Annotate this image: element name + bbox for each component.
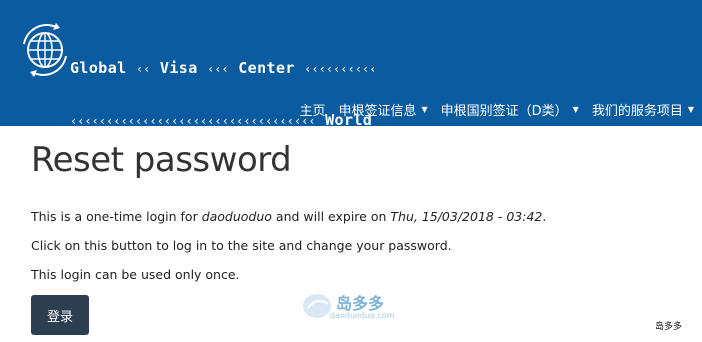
brand-chevrons: ‹‹‹ [207,62,229,76]
brand-chevrons: ‹‹ [136,62,151,76]
brand-line-1: Global ‹‹ Visa ‹‹‹ Center ‹‹‹‹‹‹‹‹‹‹ [70,60,377,78]
page-title: Reset password [31,140,292,180]
once-notice: This login can be used only once. [31,267,240,282]
instruction-text: Click on this button to log in to the si… [31,238,452,253]
caret-down-icon: ▼ [572,104,579,114]
notice-text: . [542,209,547,224]
username: daoduoduo [201,209,272,224]
brand-chevrons: ‹‹‹‹‹‹‹‹‹‹‹‹‹‹‹‹‹‹‹‹‹‹‹‹‹‹‹‹‹‹‹‹‹‹ [70,114,316,128]
brand-word-global: Global [70,59,127,77]
main-nav: 主页 申根签证信息 ▼ 申根国别签证（D类） ▼ 我们的服务项目 ▼ [286,99,694,119]
login-button[interactable]: 登录 [31,295,89,335]
nav-item-services[interactable]: 我们的服务项目 ▼ [592,100,694,119]
corner-watermark: 岛多多 [654,322,682,332]
brand-word-visa: Visa [159,59,198,77]
globe-logo-icon[interactable] [16,18,74,82]
watermark-url: daoduoduo.com [330,311,395,320]
nav-item-label: 申根国别签证（D类） [440,103,568,119]
expiry-date: Thu, 15/03/2018 - 03:42 [390,209,543,224]
caret-down-icon: ▼ [687,104,694,114]
expiry-notice: This is a one-time login for daoduoduo a… [31,209,546,224]
nav-item-schengen-info[interactable]: 申根签证信息 ▼ [338,100,427,119]
nav-item-label: 申根签证信息 [338,103,417,119]
notice-text: This is a one-time login for [31,209,202,224]
brand-word-center: Center [238,59,295,77]
nav-item-label: 我们的服务项目 [591,103,683,119]
main-content: Reset password This is a one-time login … [31,140,671,282]
site-header: Global ‹‹ Visa ‹‹‹ Center ‹‹‹‹‹‹‹‹‹‹ ‹‹‹… [0,0,702,129]
nav-item-national-visa[interactable]: 申根国别签证（D类） ▼ [441,100,579,119]
caret-down-icon: ▼ [421,104,428,114]
nav-item-home[interactable]: 主页 [299,100,325,119]
brand-chevrons: ‹‹‹‹‹‹‹‹‹‹ [304,62,377,76]
nav-item-label: 主页 [299,103,326,119]
notice-text: and will expire on [271,209,391,224]
